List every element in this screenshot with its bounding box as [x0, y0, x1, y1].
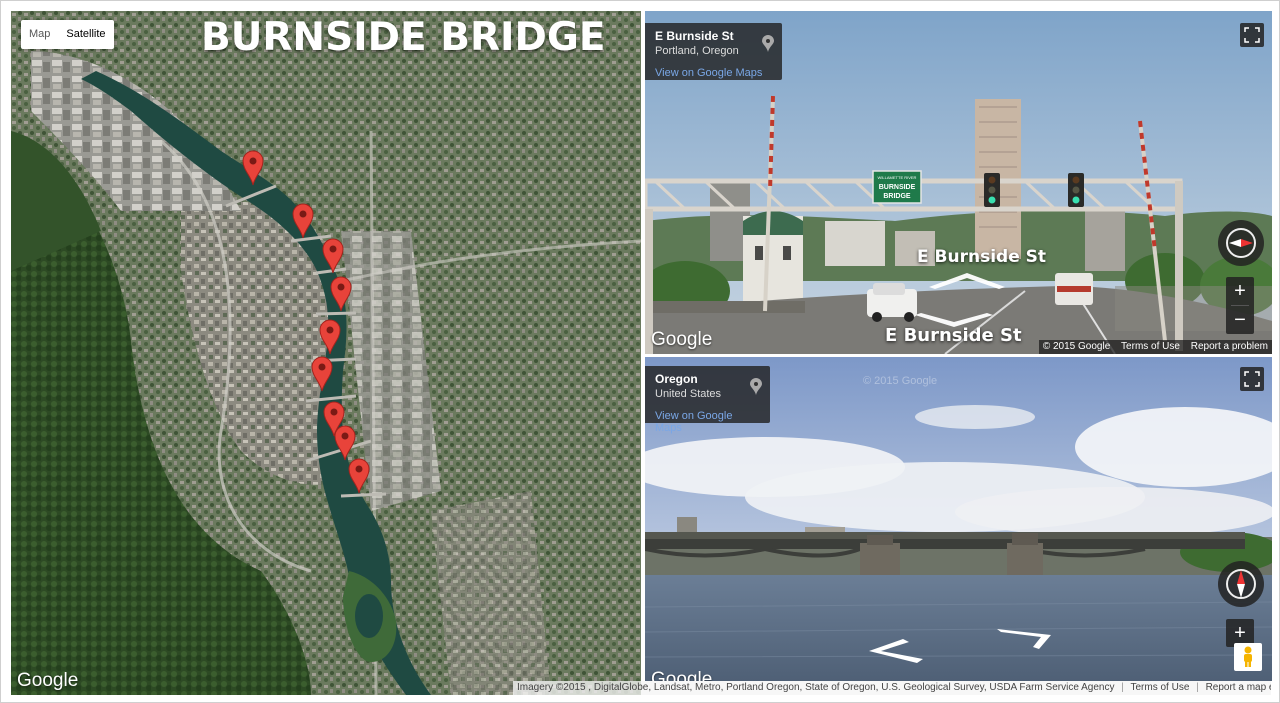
location-info-card: E Burnside St Portland, Oregon View on G… [645, 23, 782, 80]
nav-label-backward[interactable]: E Burnside St [885, 325, 1022, 346]
zoom-out-button[interactable]: − [1226, 306, 1254, 334]
separator: | [1121, 682, 1124, 693]
terms-of-use-link[interactable]: Terms of Use [1121, 341, 1180, 352]
fullscreen-icon [1244, 27, 1260, 43]
map-marker[interactable] [334, 425, 356, 461]
map-type-satellite-button[interactable]: Satellite [58, 20, 113, 49]
place-name: Oregon [655, 372, 698, 386]
street-view-attribution: © 2015 Google Terms of Use Report a prob… [1038, 340, 1272, 354]
terms-of-use-link[interactable]: Terms of Use [1130, 682, 1189, 693]
street-name: E Burnside St [655, 29, 734, 43]
satellite-map[interactable]: Map Satellite BURNSIDE BRIDGE Google [11, 11, 641, 695]
map-attribution-bar: Imagery ©2015 , DigitalGlobe, Landsat, M… [513, 681, 1271, 695]
zoom-in-button[interactable]: + [1226, 277, 1254, 305]
sign-text-river: WILLAMETTE RIVER [878, 175, 917, 180]
map-marker[interactable] [330, 276, 352, 312]
zoom-control: + − [1226, 277, 1254, 334]
country-name: United States [655, 388, 722, 400]
google-logo: Google [651, 669, 713, 681]
map-marker[interactable] [242, 150, 264, 186]
map-marker[interactable] [319, 319, 341, 355]
map-marker[interactable] [322, 238, 344, 274]
app-frame: Map Satellite BURNSIDE BRIDGE Google WIL… [0, 0, 1280, 703]
watermark-text: © 2015 Google [863, 375, 938, 387]
map-marker[interactable] [292, 203, 314, 239]
sign-text-bridge: BRIDGE [883, 193, 911, 200]
fullscreen-button[interactable] [1240, 367, 1264, 391]
report-map-error-link[interactable]: Report a map error [1206, 682, 1271, 693]
map-type-control: Map Satellite [21, 20, 114, 49]
location-info-card: Oregon United States View on Google Maps [645, 366, 770, 434]
view-on-google-maps-link[interactable]: View on Google Maps [655, 410, 760, 434]
sign-text-burnside: BURNSIDE [879, 184, 916, 191]
fullscreen-button[interactable] [1240, 23, 1264, 47]
street-view-bottom[interactable]: © 2015 Google Oregon United States View … [645, 357, 1272, 681]
pegman-icon [1244, 646, 1252, 667]
city-name: Portland, Oregon [655, 45, 739, 57]
map-type-map-button[interactable]: Map [21, 20, 58, 49]
compass-icon[interactable] [1217, 560, 1265, 608]
copyright-text: © 2015 Google [1042, 341, 1111, 352]
report-problem-link[interactable]: Report a problem [1191, 341, 1268, 352]
google-logo: Google [17, 670, 79, 691]
map-marker[interactable] [348, 458, 370, 494]
street-view-top[interactable]: WILLAMETTE RIVER BURNSIDE BRIDGE E Burns… [645, 11, 1272, 354]
nav-arrow-left-icon[interactable] [867, 637, 927, 663]
location-pin-icon[interactable] [762, 35, 774, 53]
view-on-google-maps-link[interactable]: View on Google Maps [655, 67, 772, 79]
separator: | [1196, 682, 1199, 693]
fullscreen-icon [1244, 371, 1260, 387]
google-logo: Google [651, 329, 713, 350]
nav-arrow-forward-icon[interactable] [927, 269, 1007, 291]
nav-arrow-right-icon[interactable] [995, 627, 1055, 651]
page-title: BURNSIDE BRIDGE [201, 15, 606, 60]
imagery-attribution: Imagery ©2015 , DigitalGlobe, Landsat, M… [517, 682, 1115, 693]
compass-icon[interactable] [1217, 219, 1265, 267]
map-marker[interactable] [311, 356, 333, 392]
nav-label-forward[interactable]: E Burnside St [917, 247, 1046, 267]
pegman-button[interactable] [1234, 643, 1262, 671]
location-pin-icon[interactable] [750, 378, 762, 396]
